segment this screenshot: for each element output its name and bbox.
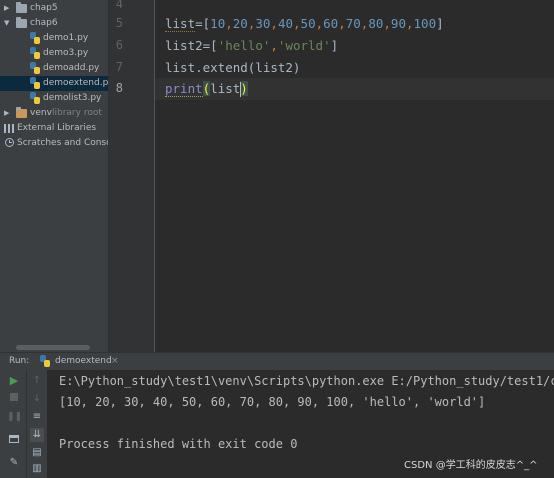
tree-item-label: demo3.py	[43, 48, 89, 58]
argument-list: list	[210, 81, 241, 96]
comma: ,	[383, 16, 391, 31]
scroll-to-end-icon[interactable]: ⇊	[30, 428, 44, 442]
list-number: 10	[210, 16, 226, 31]
run-toolbar-secondary: ↑ ↓ ≡ ⇊ ▤ ▥	[26, 370, 47, 478]
list-number: 70	[345, 16, 361, 31]
code-line-7[interactable]: list.extend(list2)	[165, 59, 300, 77]
tree-item-label: External Libraries	[17, 123, 97, 133]
tree-item-label: Scratches and Consoles	[17, 138, 108, 148]
tree-item-demo3[interactable]: demo3.py	[0, 46, 108, 61]
python-file-icon	[40, 355, 50, 367]
tree-item-venv[interactable]: ▶ venv library root	[0, 106, 108, 121]
tree-item-demoadd[interactable]: demoadd.py	[0, 61, 108, 76]
list-number: 90	[390, 16, 406, 31]
string-literal: 'hello'	[217, 38, 271, 53]
tree-item-label: chap6	[30, 18, 58, 28]
list-number: 30	[255, 16, 271, 31]
line-number: 7	[115, 60, 123, 74]
print-icon[interactable]: ▤	[30, 446, 44, 460]
run-panel-header: Run: demoextend ×	[0, 352, 554, 370]
watermark: CSDN @学工科的皮皮志^_^	[404, 460, 538, 471]
python-file-icon	[30, 47, 40, 59]
scratches-icon	[5, 138, 14, 147]
comma: ,	[293, 16, 301, 31]
stop-icon[interactable]	[7, 392, 21, 406]
tree-item-label: venv	[30, 108, 52, 118]
folder-icon	[16, 2, 27, 13]
console-output-line: [10, 20, 30, 40, 50, 60, 70, 80, 90, 100…	[59, 395, 486, 409]
bracket-close: ]	[330, 38, 339, 53]
line-number: 6	[115, 38, 123, 52]
code-line-6[interactable]: list2=['hello','world']	[165, 37, 338, 55]
list-number: 100	[413, 16, 437, 31]
python-file-icon	[30, 32, 40, 44]
up-arrow-icon[interactable]: ↑	[30, 374, 44, 388]
collapse-arrow-icon[interactable]: ▼	[4, 16, 9, 31]
tree-item-label: demolist3.py	[43, 93, 102, 103]
tree-item-demo1[interactable]: demo1.py	[0, 31, 108, 46]
console-command-line: E:\Python_study\test1\venv\Scripts\pytho…	[59, 374, 554, 388]
run-panel-title: Run:	[9, 356, 30, 366]
tree-item-demoextend[interactable]: demoextend.py	[0, 76, 108, 91]
assign-operator: =	[195, 16, 203, 31]
folder-icon	[16, 107, 27, 118]
folder-icon	[16, 17, 27, 28]
expand-arrow-icon[interactable]: ▶	[4, 1, 9, 16]
run-tab-label: demoextend	[55, 356, 112, 366]
tree-item-demolist3[interactable]: demolist3.py	[0, 91, 108, 106]
expand-arrow-icon[interactable]: ▶	[4, 106, 9, 121]
library-root-hint: library root	[52, 108, 102, 118]
tree-item-label: chap5	[30, 3, 58, 13]
editor-gutter	[109, 0, 155, 352]
line-number: 5	[115, 16, 123, 30]
line-number: 4	[115, 0, 123, 11]
tree-item-external-libraries[interactable]: External Libraries	[0, 121, 108, 136]
code-line-5[interactable]: list=[10,20,30,40,50,60,70,80,90,100]	[165, 15, 444, 33]
tree-item-chap6[interactable]: ▼ chap6	[0, 16, 108, 31]
list-number: 50	[300, 16, 316, 31]
tree-item-chap5[interactable]: ▶ chap5	[0, 1, 108, 16]
close-icon[interactable]: ×	[111, 353, 119, 370]
list-number: 60	[323, 16, 339, 31]
python-file-icon	[30, 62, 40, 74]
project-tree-panel: ▶ chap5 ▼ chap6 demo1.py demo3.py demoad…	[0, 0, 109, 352]
bracket-open: [	[210, 38, 218, 53]
code-line-8[interactable]: print(list)	[165, 80, 248, 98]
line-number: 8	[115, 81, 123, 95]
list-number: 80	[368, 16, 384, 31]
variable-list: list	[165, 16, 196, 32]
tree-item-label: demoadd.py	[43, 63, 100, 73]
tree-item-label: demo1.py	[43, 33, 89, 43]
print-builtin: print	[165, 81, 203, 97]
rerun-icon[interactable]: ▶	[7, 374, 21, 388]
tree-item-label: demoextend.py	[43, 78, 109, 88]
variable-list2: list2	[165, 38, 203, 53]
comma: ,	[225, 16, 233, 31]
comma: ,	[405, 16, 414, 31]
run-toolbar-primary: ▶ ❚❚ ✎	[0, 370, 26, 478]
comma: ,	[270, 38, 278, 53]
list-number: 40	[277, 16, 294, 31]
comma: ,	[338, 16, 346, 31]
horizontal-scrollbar[interactable]	[16, 345, 90, 350]
soft-wrap-icon[interactable]: ≡	[30, 410, 44, 424]
string-literal: 'world'	[277, 38, 331, 53]
pause-icon[interactable]: ❚❚	[7, 410, 22, 424]
layout-icon[interactable]	[7, 434, 21, 448]
list-number: 20	[232, 16, 248, 31]
bracket-close: ]	[436, 16, 444, 31]
python-file-icon	[30, 77, 40, 89]
trash-icon[interactable]: ▥	[30, 462, 44, 476]
down-arrow-icon[interactable]: ↓	[30, 392, 44, 406]
python-file-icon	[30, 92, 40, 104]
pin-icon[interactable]: ✎	[7, 456, 21, 470]
paren-close-highlight: )	[240, 81, 248, 96]
console-exit-line: Process finished with exit code 0	[59, 437, 298, 451]
library-icon	[4, 124, 14, 133]
tree-item-scratches[interactable]: Scratches and Consoles	[0, 136, 108, 151]
text-caret	[240, 82, 241, 97]
comma: ,	[270, 16, 278, 31]
comma: ,	[315, 16, 324, 31]
